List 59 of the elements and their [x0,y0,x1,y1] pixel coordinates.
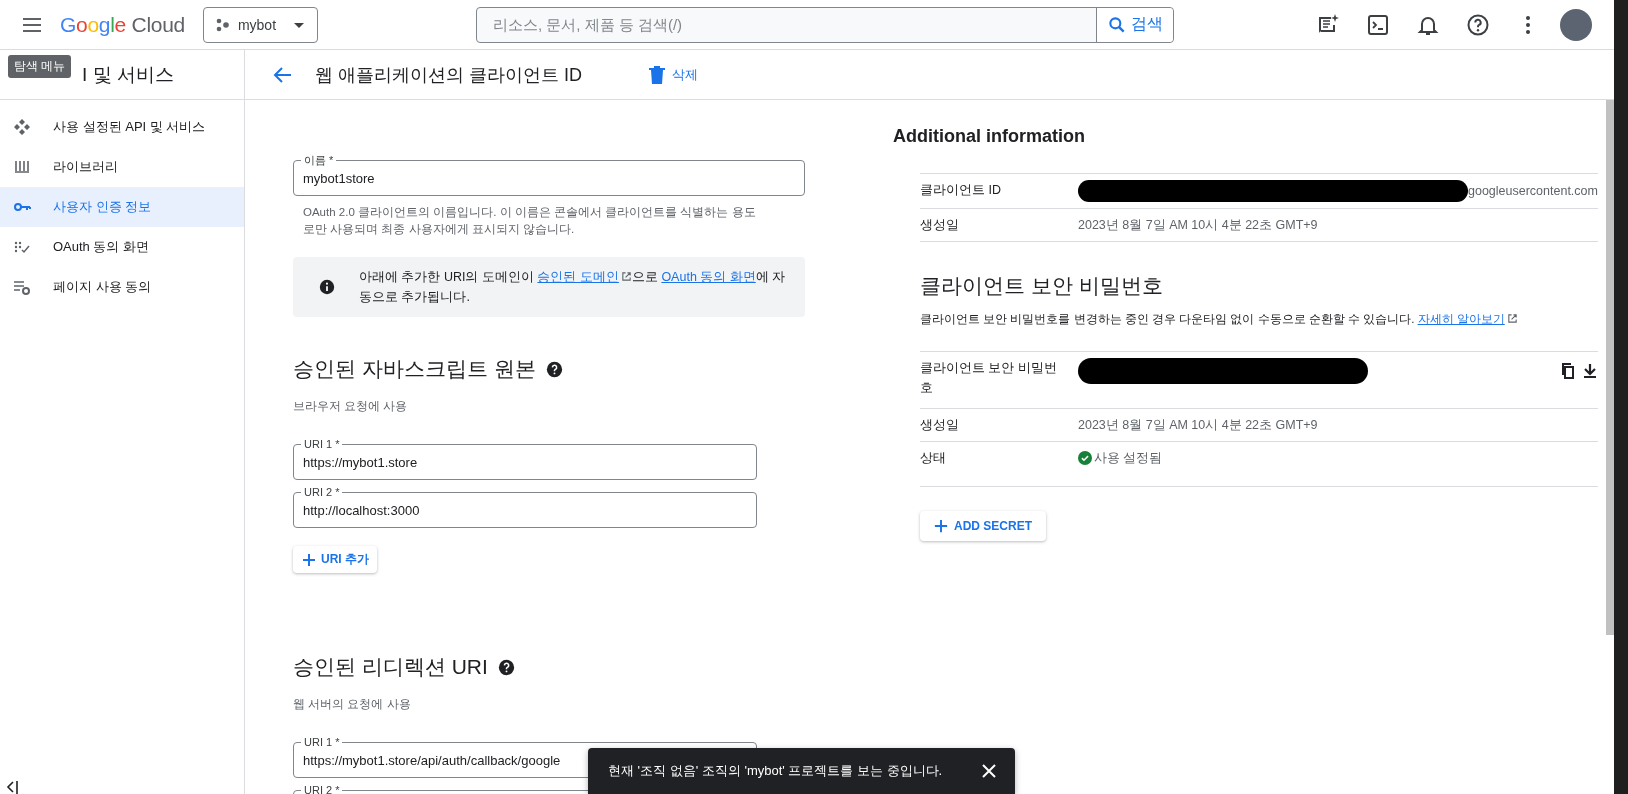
row-label: 상태 [920,450,947,467]
uri-field[interactable]: URI 1 * https://mybot1.store [293,436,757,481]
sidebar-item[interactable]: 페이지 사용 동의 [0,267,244,307]
scrollbar[interactable] [1606,100,1614,635]
add-secret-button[interactable]: ADD SECRET [920,511,1046,541]
sidebar-item[interactable]: 라이브러리 [0,147,244,187]
row-label: 생성일 [920,417,960,434]
search-icon [1106,14,1127,35]
tooltip: 탐색 메뉴 [8,55,72,78]
link[interactable]: 승인된 도메인 [537,270,632,285]
row-label: 생성일 [920,217,960,234]
copy-icon[interactable] [1559,363,1576,379]
status-text: 사용 설정됨 [1094,450,1163,467]
collapse-icon[interactable] [4,780,20,794]
external-link-icon [620,271,632,283]
learn-more-link[interactable]: 자세히 알아보기 [1417,313,1518,325]
row-value: 2023년 8월 7일 AM 10시 4분 22초 GMT+9 [1078,217,1318,234]
check-circle-icon [1078,451,1092,465]
api-icon [12,117,32,137]
external-link-icon [1506,313,1518,324]
field-label: 이름 * [301,153,337,167]
project-selector[interactable]: mybot [202,6,318,43]
field-label: URI 2 * [301,783,343,794]
row-value: googleusercontent.com [1468,183,1598,200]
download-icon[interactable] [1581,363,1598,379]
delete-button[interactable]: 삭제 [642,58,704,91]
plus-icon [934,519,948,533]
google-cloud-logo[interactable]: Google Cloud [60,12,185,37]
search-field[interactable]: 리소스, 문서, 제품 등 검색(/) 검색 [475,6,1174,43]
name-field[interactable]: 이름 * mybot1store [293,152,805,196]
info-text: 아래에 추가한 URI의 도메인이 승인된 도메인 으로 OAuth 동의 화면에 자동으로 추가됩니다. [359,269,787,307]
sidebar-item[interactable]: 사용 설정된 API 및 서비스 [0,107,244,147]
help-icon[interactable] [497,658,515,676]
row-label: 클라이언트 ID [920,182,1002,199]
trash-icon [648,64,666,85]
search-button[interactable]: 검색 [1095,7,1173,42]
section-title: 승인된 리디렉션 URI [293,654,488,681]
section-title: 승인된 자바스크립트 원본 [293,356,536,383]
avatar[interactable] [1560,8,1592,41]
plus-icon [301,551,317,568]
row-label: 클라이언트 보안 비밀번호 [920,360,1058,397]
section-title: Additional information [893,126,1086,147]
info-icon [319,279,335,296]
page-title: 웹 애플리케이션의 클라이언트 ID [315,63,582,87]
uri-field[interactable]: URI 2 * http://localhost:3000 [293,484,757,529]
snackbar-message: 현재 '조직 없음' 조직의 'mybot' 프로젝트를 보는 중입니다. [608,762,944,780]
section-subtitle: 웹 서버의 요청에 사용 [293,697,412,713]
row-value: 2023년 8월 7일 AM 10시 4분 22초 GMT+9 [1078,417,1318,434]
field-hint: OAuth 2.0 클라이언트의 이름입니다. 이 이름은 콘솔에서 클라이언트를 식별하는 용도로만 사용되며 최종 사용자에게 표시되지 않습니다. [303,205,757,237]
sidebar-item[interactable]: 사용자 인증 정보 [0,187,244,227]
description: 클라이언트 보안 비밀번호를 변경하는 중인 경우 다운타임 없이 수동으로 순환할 수 있습니다. 자세히 알아보기 [920,312,1598,327]
add-uri-button[interactable]: URI 추가 [293,546,377,574]
dots-icon [215,17,230,32]
sidebar-title: I 및 서비스 [82,62,174,87]
sidebar-item[interactable]: OAuth 동의 화면 [0,227,244,267]
help-icon[interactable] [545,360,563,378]
section-subtitle: 브라우저 요청에 사용 [293,399,409,415]
section-title: 클라이언트 보안 비밀번호 [920,273,1164,299]
link[interactable]: OAuth 동의 화면 [661,270,756,285]
